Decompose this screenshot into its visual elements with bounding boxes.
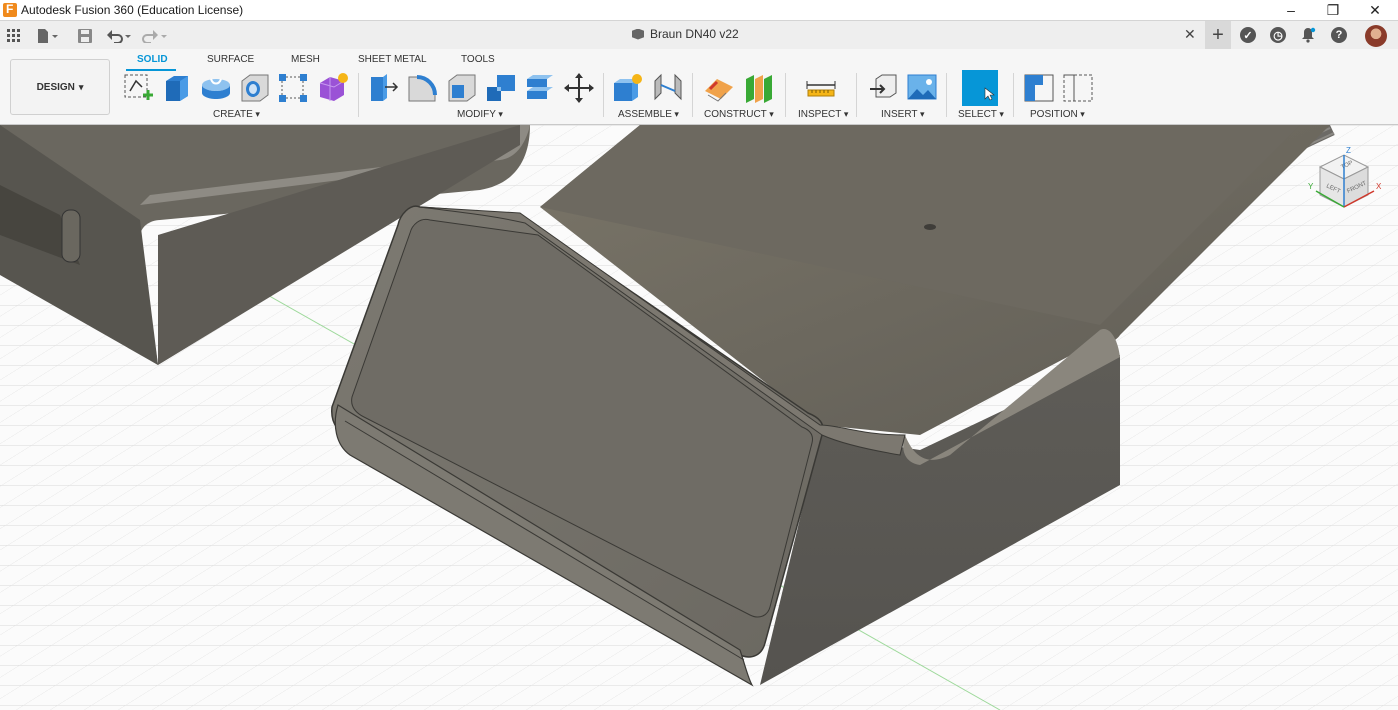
assemble-menu[interactable]: ASSEMBLE: [618, 109, 679, 120]
separator: [946, 73, 947, 117]
create-sketch-icon[interactable]: [122, 71, 156, 105]
separator: [358, 73, 359, 117]
close-tab-button[interactable]: ✕: [1184, 26, 1196, 43]
separator: [785, 73, 786, 117]
split-body-icon[interactable]: [523, 71, 557, 105]
app-title: Autodesk Fusion 360 (Education License): [21, 3, 244, 17]
capture-position-icon[interactable]: [1022, 71, 1056, 105]
svg-text:Y: Y: [1308, 182, 1314, 191]
redo-icon[interactable]: [142, 28, 168, 44]
create-menu[interactable]: CREATE: [213, 109, 260, 120]
data-panel-grid-icon[interactable]: [7, 28, 21, 44]
3d-viewport[interactable]: TOP LEFT FRONT X Y Z: [0, 125, 1398, 710]
save-icon[interactable]: [78, 28, 92, 44]
svg-text:Z: Z: [1346, 146, 1351, 155]
move-copy-icon[interactable]: [562, 71, 596, 105]
separator: [1013, 73, 1014, 117]
separator: [692, 73, 693, 117]
canvas-scene[interactable]: [0, 125, 1398, 710]
tab-mesh[interactable]: MESH: [291, 54, 320, 65]
revolve-icon[interactable]: [199, 71, 233, 105]
position-menu[interactable]: POSITION: [1030, 109, 1085, 120]
select-tool-icon[interactable]: [962, 70, 998, 106]
workspace-switcher-button[interactable]: DESIGN ▾: [10, 59, 110, 115]
svg-text:X: X: [1376, 182, 1382, 191]
new-tab-button[interactable]: +: [1205, 21, 1231, 50]
user-avatar[interactable]: [1365, 25, 1387, 47]
offset-plane-icon[interactable]: [702, 71, 736, 105]
file-menu-icon[interactable]: [37, 28, 59, 44]
minimize-button[interactable]: –: [1268, 0, 1314, 20]
ribbon-toolbar: DESIGN ▾ SOLID SURFACE MESH SHEET METAL T…: [0, 49, 1398, 125]
undo-icon[interactable]: [107, 28, 133, 44]
extrude-icon[interactable]: [160, 71, 194, 105]
insert-canvas-icon[interactable]: [905, 71, 939, 105]
new-component-icon[interactable]: [611, 71, 645, 105]
shell-icon[interactable]: [445, 71, 479, 105]
extensions-icon[interactable]: ✓: [1240, 27, 1256, 43]
modify-menu[interactable]: MODIFY: [457, 109, 503, 120]
close-window-button[interactable]: ✕: [1352, 0, 1398, 20]
tab-tools[interactable]: TOOLS: [461, 54, 495, 65]
measure-icon[interactable]: [804, 71, 838, 105]
document-cube-icon: [632, 28, 644, 40]
document-tab-bar: Braun DN40 v22 ✕ + ✓ ◷ ?: [0, 20, 1398, 50]
document-name: Braun DN40 v22: [650, 27, 739, 41]
restore-button[interactable]: ❐: [1310, 0, 1356, 20]
construct-menu[interactable]: CONSTRUCT: [704, 109, 774, 120]
document-tab[interactable]: Braun DN40 v22: [632, 27, 739, 41]
help-icon[interactable]: ?: [1331, 27, 1347, 43]
insert-derive-icon[interactable]: [866, 71, 900, 105]
pattern-icon[interactable]: [276, 71, 310, 105]
viewcube[interactable]: TOP LEFT FRONT X Y Z: [1308, 145, 1388, 215]
select-menu[interactable]: SELECT: [958, 109, 1004, 120]
title-bar: Autodesk Fusion 360 (Education License) …: [0, 0, 1398, 20]
fusion-logo-icon: [3, 2, 17, 17]
insert-menu[interactable]: INSERT: [881, 109, 925, 120]
tab-sheet-metal[interactable]: SHEET METAL: [358, 54, 427, 65]
joint-icon[interactable]: [651, 71, 685, 105]
tab-solid[interactable]: SOLID: [137, 54, 168, 65]
hole-icon[interactable]: [238, 71, 272, 105]
inspect-menu[interactable]: INSPECT: [798, 109, 848, 120]
midplane-icon[interactable]: [742, 71, 776, 105]
job-status-clock-icon[interactable]: ◷: [1270, 27, 1286, 43]
fillet-icon[interactable]: [405, 71, 439, 105]
create-form-icon[interactable]: [316, 71, 350, 105]
workspace-label: DESIGN: [36, 81, 75, 93]
tab-surface[interactable]: SURFACE: [207, 54, 254, 65]
separator: [603, 73, 604, 117]
combine-icon[interactable]: [484, 71, 518, 105]
notifications-bell-icon[interactable]: [1300, 27, 1316, 43]
press-pull-icon[interactable]: [367, 71, 401, 105]
separator: [856, 73, 857, 117]
revert-position-icon[interactable]: [1061, 71, 1095, 105]
